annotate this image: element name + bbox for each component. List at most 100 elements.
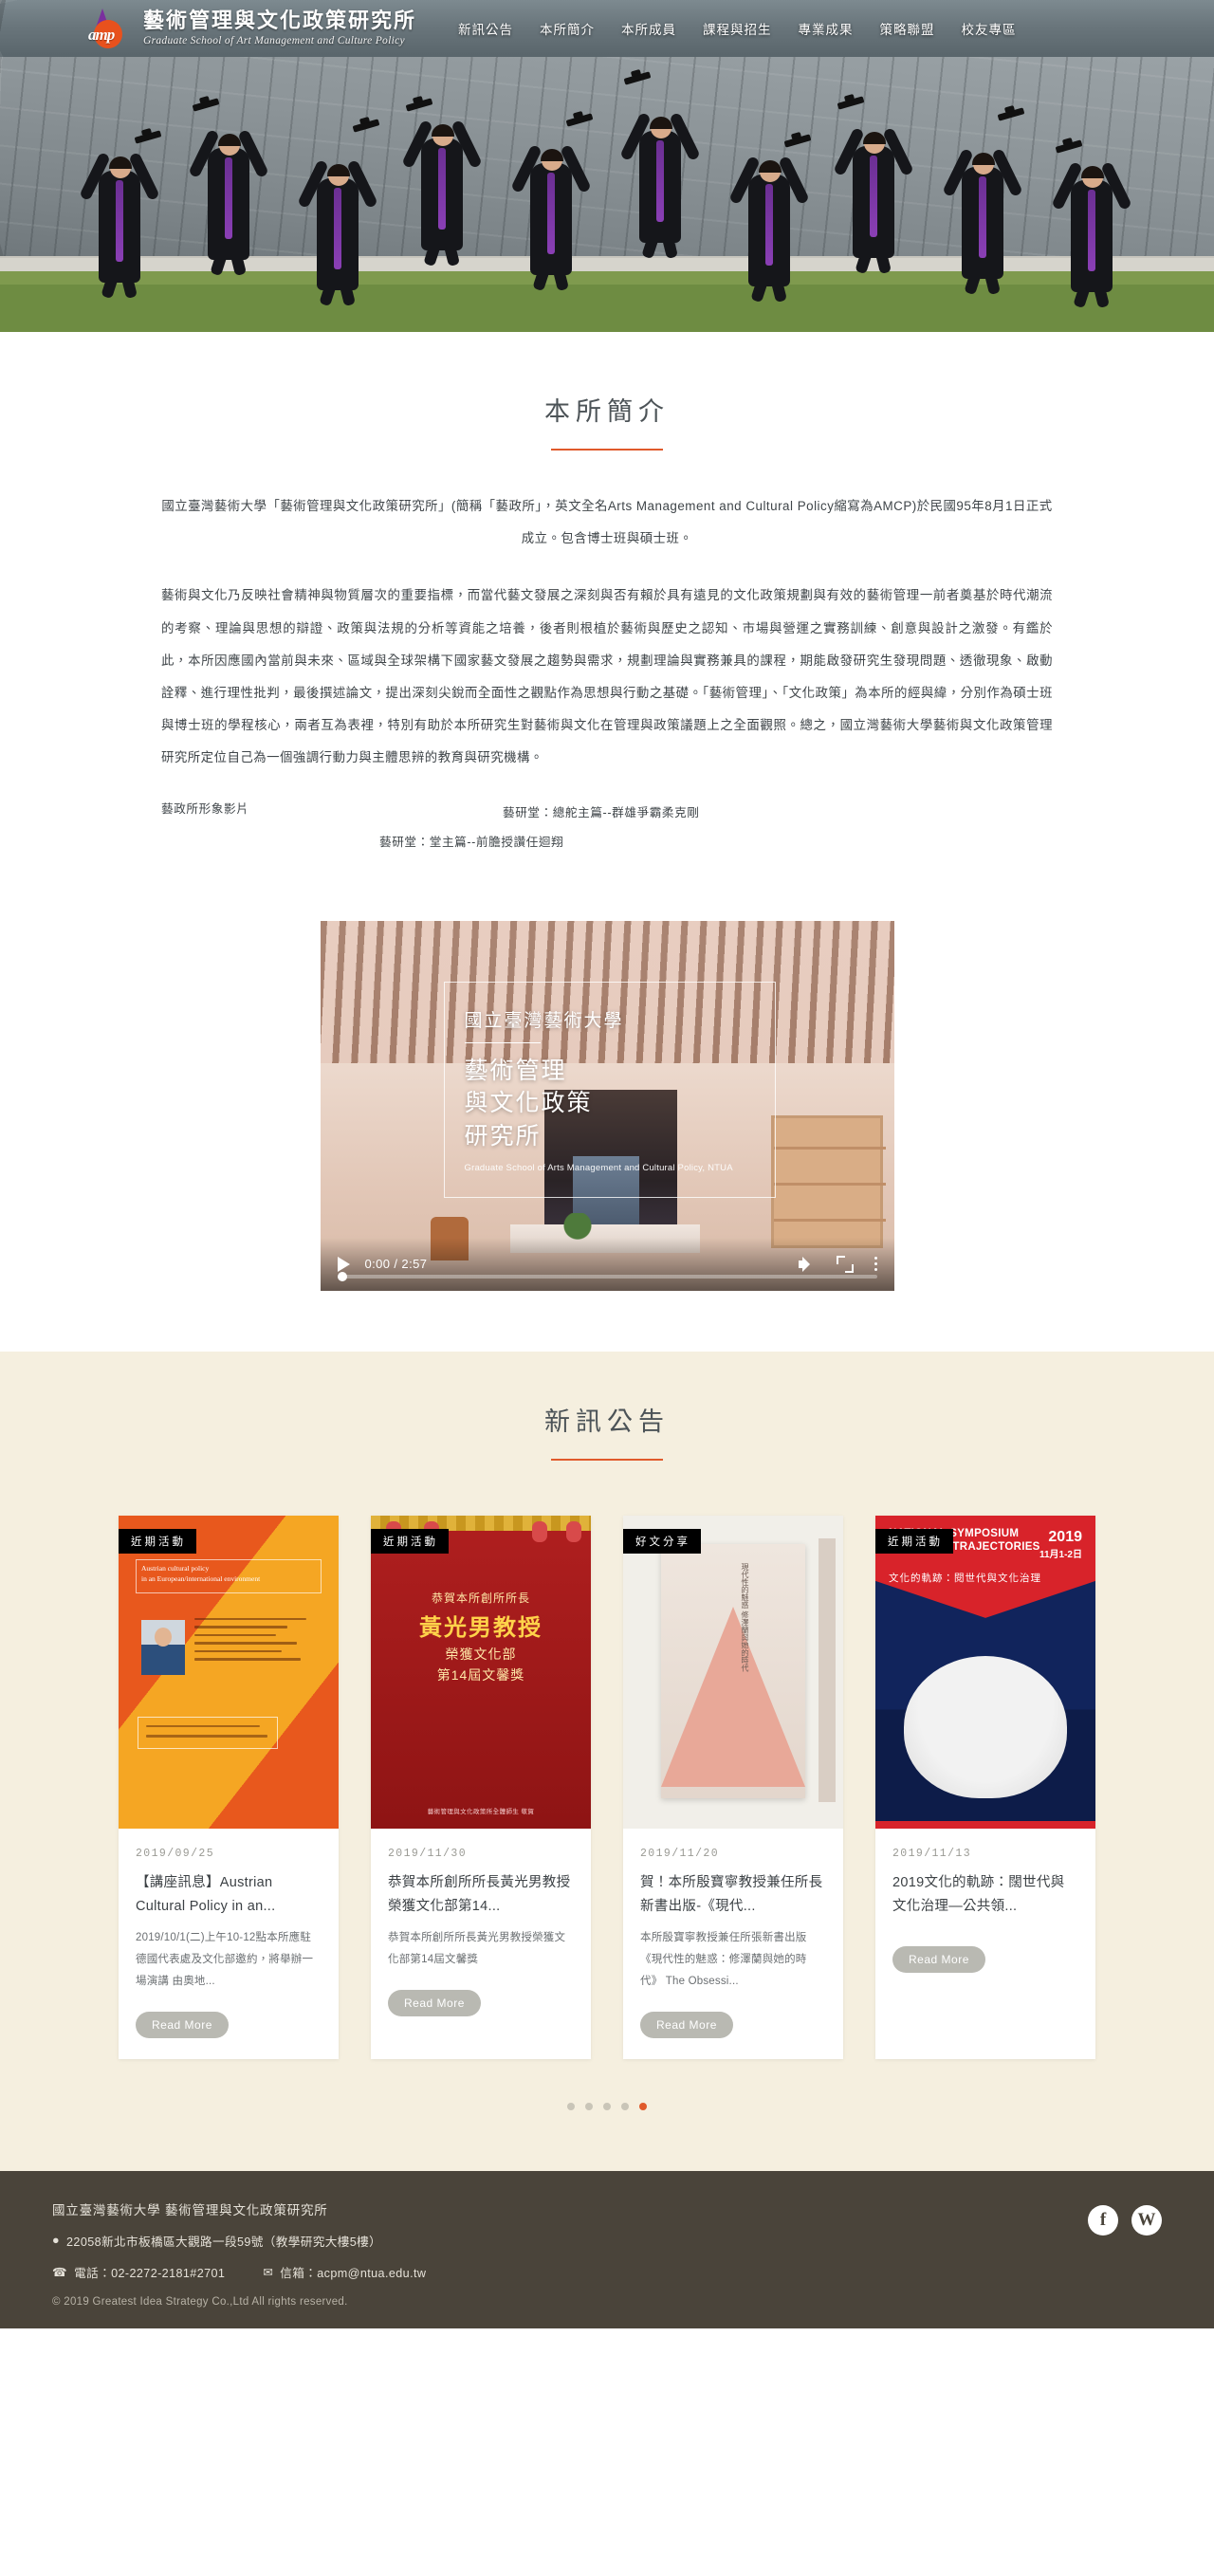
about-section: 本所簡介 國立臺灣藝術大學「藝術管理與文化政策研究所」(簡稱「藝政所」，英文全名…: [0, 332, 1214, 894]
facebook-icon[interactable]: f: [1088, 2204, 1118, 2236]
nav-item-alumni[interactable]: 校友專區: [948, 19, 1030, 38]
news-card-image[interactable]: 好文分享 現代性的魅惑 修澤蘭與她的時代: [623, 1515, 843, 1829]
nav-item-courses[interactable]: 課程與招生: [690, 19, 785, 38]
graduate-figure: [79, 121, 162, 300]
news-card-badge: 近期活動: [875, 1528, 953, 1554]
news-card[interactable]: 近期活動 NATIONAL SYMPOSIUM CULTURAL TRAJECTO…: [875, 1515, 1095, 2059]
brand-name-english: Graduate School of Art Management and Cu…: [143, 34, 405, 46]
news-card[interactable]: 好文分享 現代性的魅惑 修澤蘭與她的時代 2019/11/20 賀！本所殷寶寧教…: [623, 1515, 843, 2059]
video-title-university: 國立臺灣藝術大學: [464, 1010, 624, 1031]
main-navigation[interactable]: 新訊公告 本所簡介 本所成員 課程與招生 專業成果 策略聯盟 校友專區: [445, 19, 1030, 38]
news-card[interactable]: 近期活動 恭賀本所創所所長 黃光男教授 榮獲文化部 第14屆文馨獎 藝術管理與文化…: [371, 1515, 591, 2059]
phone-icon: ☎: [52, 2265, 68, 2279]
nav-item-alliance[interactable]: 策略聯盟: [867, 19, 948, 38]
news-card-date: 2019/11/20: [640, 1847, 720, 1860]
wordpress-icon[interactable]: W: [1131, 2204, 1162, 2236]
carousel-dot-3[interactable]: [603, 2102, 611, 2110]
poster-headline-1: Austrian cultural policy: [141, 1563, 210, 1573]
news-card-title[interactable]: 恭賀本所創所所長黃光男教授 榮獲文化部第14...: [388, 1871, 574, 1919]
carousel-dot-2[interactable]: [585, 2102, 593, 2110]
graduate-figure: [1051, 131, 1132, 309]
poster-date: 11月1-2日: [1039, 1550, 1082, 1561]
nav-item-achievements[interactable]: 專業成果: [785, 19, 867, 38]
logo-mark-icon: amp: [81, 7, 134, 50]
news-card-badge: 好文分享: [623, 1528, 701, 1554]
news-card-badge: 近期活動: [119, 1528, 196, 1554]
artroom-link-2[interactable]: 藝研堂：堂主篇--前膽授讚任迴翔: [379, 828, 1053, 856]
video-section: 國立臺灣藝術大學 藝術管理 與文化政策 研究所 Graduate School of…: [0, 894, 1214, 1352]
read-more-button[interactable]: Read More: [136, 2011, 229, 2038]
graduate-figure: [401, 89, 483, 267]
video-time-display: 0:00 / 2:57: [364, 1257, 428, 1272]
graduate-figure: [833, 96, 914, 275]
footer-org-name: 國立臺灣藝術大學 藝術管理與文化政策研究所: [52, 2202, 328, 2217]
video-controls-bar[interactable]: 0:00 / 2:57: [320, 1237, 894, 1291]
poster-line-1: 恭賀本所創所所長: [431, 1591, 530, 1605]
site-logo[interactable]: amp 藝術管理與文化政策研究所 Graduate School of Art …: [81, 7, 416, 50]
volume-icon[interactable]: [798, 1256, 816, 1273]
news-section: 新訊公告 近期活動 Austrian cultural policy in an…: [0, 1351, 1214, 2171]
poster-year: 2019: [1048, 1528, 1082, 1545]
about-paragraph-1: 國立臺灣藝術大學「藝術管理與文化政策研究所」(簡稱「藝政所」，英文全名Arts …: [161, 499, 1053, 546]
artroom-link-1[interactable]: 藝研堂：總舵主篇--群雄爭霸柔克剛: [503, 806, 700, 819]
poster-line-4: 藝術管理與文化政策所全體師生 敬賀: [427, 1808, 535, 1815]
nav-item-news[interactable]: 新訊公告: [445, 19, 526, 38]
play-icon[interactable]: [337, 1256, 350, 1272]
news-card-image[interactable]: 近期活動 恭賀本所創所所長 黃光男教授 榮獲文化部 第14屆文馨獎 藝術管理與文化…: [371, 1515, 591, 1829]
news-card-description: 2019/10/1(二)上午10-12點本所應駐德國代表處及文化部邀約，將舉辦一…: [136, 1931, 314, 1987]
about-links-row: 藝政所形象影片 藝研堂：總舵主篇--群雄爭霸柔克剛 藝研堂：堂主篇--前膽授讚任…: [161, 799, 1053, 856]
read-more-button[interactable]: Read More: [388, 1989, 481, 2016]
graduate-figure: [942, 107, 1025, 296]
graduates-photo: [0, 71, 1214, 309]
poster-headline-2: in an European/international environment: [141, 1574, 261, 1584]
promo-video-player[interactable]: 國立臺灣藝術大學 藝術管理 與文化政策 研究所 Graduate School of…: [320, 920, 894, 1291]
nav-item-about[interactable]: 本所簡介: [526, 19, 608, 38]
graduate-figure: [297, 119, 380, 307]
footer-phone: 電話：02-2272-2181#2701: [74, 2266, 226, 2280]
more-options-icon[interactable]: [874, 1257, 877, 1272]
graduate-figure: [510, 113, 594, 292]
news-heading: 新訊公告: [544, 1407, 670, 1436]
carousel-dot-4[interactable]: [621, 2102, 629, 2110]
news-heading-underline: [551, 1458, 663, 1461]
news-card-date: 2019/11/30: [388, 1847, 468, 1860]
news-card-badge: 近期活動: [371, 1528, 449, 1554]
video-progress-bar[interactable]: [337, 1271, 877, 1281]
read-more-button[interactable]: Read More: [640, 2011, 733, 2038]
news-card-image[interactable]: 近期活動 NATIONAL SYMPOSIUM CULTURAL TRAJECTO…: [875, 1515, 1095, 1829]
mail-icon: ✉: [263, 2265, 274, 2279]
graduate-figure: [619, 71, 701, 260]
hero-banner-image: [0, 57, 1214, 332]
poster-line-3: 榮獲文化部 第14屆文馨獎: [436, 1646, 525, 1683]
news-card-date: 2019/11/13: [892, 1847, 972, 1860]
location-pin-icon: ●: [52, 2234, 61, 2248]
poster-line-2: 黃光男教授: [419, 1614, 543, 1641]
nav-item-members[interactable]: 本所成員: [608, 19, 690, 38]
news-card-description: 恭賀本所創所所長黃光男教授榮獲文化部第14屆文馨獎: [388, 1931, 566, 1965]
news-card-image[interactable]: 近期活動 Austrian cultural policy in an Euro…: [119, 1515, 339, 1829]
carousel-dot-5[interactable]: [639, 2102, 647, 2110]
read-more-button[interactable]: Read More: [892, 1945, 985, 1973]
fullscreen-icon[interactable]: [836, 1255, 854, 1273]
news-card-description: 本所殷寶寧教授兼任所張新書出版 《現代性的魅惑：修澤蘭與她的時代》 The Ob…: [640, 1931, 807, 1987]
news-card-date: 2019/09/25: [136, 1847, 215, 1860]
brand-name-chinese: 藝術管理與文化政策研究所: [143, 8, 417, 32]
poster-vertical-text: 現代性的魅惑 修澤蘭與她的時代: [741, 1562, 749, 1672]
news-card-title[interactable]: 2019文化的軌跡：闊世代與文化治理—公共領...: [892, 1871, 1078, 1919]
logo-monogram: amp: [88, 26, 115, 44]
carousel-pagination[interactable]: [0, 2102, 1214, 2110]
news-card-title[interactable]: 賀！本所殷寶寧教授兼任所長新書出版-《現代...: [640, 1871, 826, 1919]
about-heading: 本所簡介: [544, 397, 670, 426]
footer-email[interactable]: 信箱：acpm@ntua.edu.tw: [280, 2263, 426, 2281]
site-footer: 國立臺灣藝術大學 藝術管理與文化政策研究所 ● 22058新北市板橋區大觀路一段…: [0, 2170, 1214, 2328]
speaker-photo: [141, 1619, 185, 1675]
news-card[interactable]: 近期活動 Austrian cultural policy in an Euro…: [119, 1515, 339, 2059]
footer-address: 22058新北市板橋區大觀路一段59號（教學研究大樓5樓）: [66, 2235, 382, 2249]
video-label-link[interactable]: 藝政所形象影片: [161, 802, 248, 816]
video-title-department: 藝術管理 與文化政策 研究所: [464, 1057, 593, 1150]
news-card-title[interactable]: 【講座訊息】Austrian Cultural Policy in an...: [136, 1871, 322, 1919]
graduate-figure: [728, 125, 812, 304]
video-subtitle-english: Graduate School of Arts Management and C…: [464, 1163, 733, 1174]
carousel-dot-1[interactable]: [567, 2102, 575, 2110]
about-paragraph-2: 藝術與文化乃反映社會精神與物質層次的重要指標，而當代藝文發展之深刻與否有賴於具有…: [161, 588, 1053, 765]
